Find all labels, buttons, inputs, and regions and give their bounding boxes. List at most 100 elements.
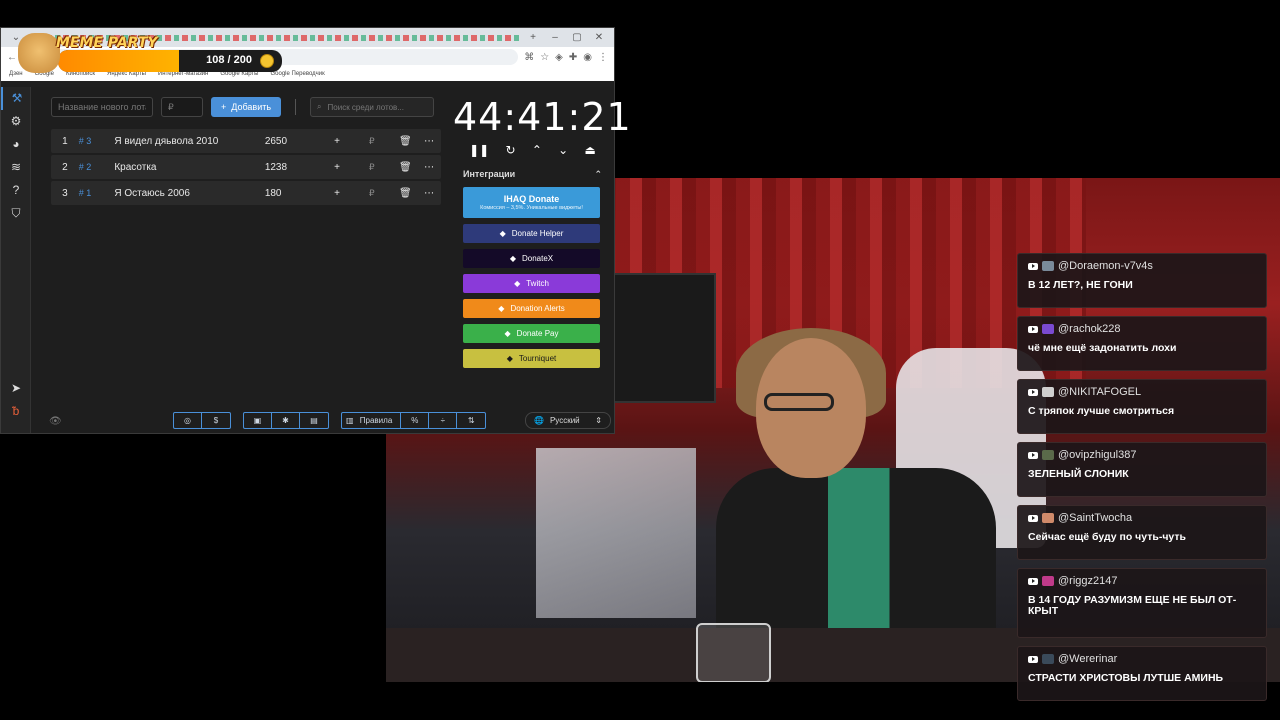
delete-icon[interactable]: 🗑 [393,162,417,173]
profile-icon[interactable]: ◉ [583,52,592,63]
integration-icon: ◆ [499,229,506,238]
pause-icon[interactable]: ❚❚ [469,143,489,157]
chevron-up-icon[interactable]: ⌃ [532,143,542,157]
minimize-icon[interactable]: – [546,32,564,43]
integration-list: ◆ Donate Helper ◆ DonateX ◆ Twitch ◆ Donation A… [455,224,610,368]
new-lot-amount-input[interactable] [161,97,203,117]
integration-button-tourniquet[interactable]: ◆ Tourniquet [463,349,600,368]
lot-number: 2 [62,161,68,173]
chevron-down-icon[interactable]: ⌄ [558,143,568,157]
new-tab-icon[interactable]: + [524,32,542,43]
book-icon[interactable]: ▤ [300,413,328,428]
toolbar-divider [295,99,297,115]
maximize-icon[interactable]: ▢ [568,32,586,43]
bug-icon[interactable]: ✱ [272,412,300,428]
lot-amount[interactable]: 180 [265,188,324,199]
rules-button[interactable]: ▥ Правила [342,412,402,428]
more-icon[interactable]: ⋯ [417,162,441,173]
add-lot-button[interactable]: + Добавить [211,97,282,117]
lot-row[interactable]: 2 # 2 Красотка 1238 + ₽ 🗑 ⋯ [51,155,441,179]
ruble-input[interactable]: ₽ [350,136,394,147]
close-icon[interactable]: ✕ [590,32,608,43]
chat-message: @NIKITAFOGEL С тряпок лучше смотриться [1017,379,1267,434]
boosty-icon[interactable]: ᵬ [1,400,31,423]
chat-message: @rachok228 чё мне ещё задонатить лохи [1017,316,1267,371]
sidebar-item-shield-icon[interactable]: ⛉ [1,202,31,225]
lot-number: 1 [62,135,68,147]
lot-amount[interactable]: 1238 [265,162,324,173]
sidebar-item-wheel-icon[interactable]: ◕ [1,133,31,156]
lot-amount[interactable]: 2650 [265,136,324,147]
extensions-icon[interactable]: ✚ [569,52,577,63]
avatar [1042,450,1054,460]
chat-text: С тряпок лучше смотриться [1028,405,1175,417]
dollar-icon[interactable]: $ [202,413,230,428]
chat-user: @NIKITAFOGEL [1028,386,1256,398]
ihaq-donate-button[interactable]: IHAQ Donate Комиссия – 3,5%. Уникальные … [463,187,600,218]
youtube-icon [1028,514,1038,522]
star-icon[interactable]: ☆ [540,52,549,63]
lot-name[interactable]: Я Остаюсь 2006 [114,188,264,199]
chat-username: @rachok228 [1058,323,1121,335]
integration-button-donate-pay[interactable]: ◆ Donate Pay [463,324,600,343]
chat-user: @rachok228 [1028,323,1256,335]
lot-search-input[interactable]: ⌕ Поиск среди лотов... [310,97,435,117]
add-amount-button[interactable]: + [324,162,350,173]
integration-button-twitch[interactable]: ◆ Twitch [463,274,600,293]
youtube-icon [1028,262,1038,270]
youtube-icon [1028,325,1038,333]
integration-icon: ◆ [498,304,505,313]
chat-username: @Wererinar [1058,653,1118,665]
bookmark[interactable]: Google Переводчик [271,71,325,77]
integration-label: Donate Pay [516,329,559,338]
eject-icon[interactable]: ⏏ [584,143,595,157]
integration-button-donatex[interactable]: ◆ DonateX [463,249,600,268]
more-icon[interactable]: ⋯ [417,136,441,147]
more-icon[interactable]: ⋯ [417,188,441,199]
delete-icon[interactable]: 🗑 [393,188,417,199]
sidebar-item-help-icon[interactable]: ? [1,179,31,202]
save-icon[interactable]: ▣ [244,412,272,428]
ruble-input[interactable]: ₽ [350,188,394,199]
search-icon: ⌕ [317,102,322,111]
sort-icon[interactable]: ⇅ [457,413,485,428]
divide-icon[interactable]: ÷ [429,412,458,428]
lot-row[interactable]: 1 # 3 Я видел дяьвола 2010 2650 + ₽ 🗑 ⋯ [51,129,441,153]
reset-icon[interactable]: ↻ [506,143,516,157]
back-icon[interactable]: ← [7,52,17,63]
collapse-icon: ⌃ [594,169,602,179]
delete-icon[interactable]: 🗑 [393,136,417,147]
add-amount-button[interactable]: + [324,136,350,147]
avatar [1042,576,1054,586]
lot-row[interactable]: 3 # 1 Я Остаюсь 2006 180 + ₽ 🗑 ⋯ [51,181,441,205]
github-icon[interactable]: ◎ [174,412,202,428]
language-select[interactable]: 🌐 Русский ⇕ [525,411,611,429]
integration-label: DonateX [522,254,554,263]
new-lot-name-input[interactable] [51,97,153,117]
add-amount-button[interactable]: + [324,188,350,199]
footer-group-links: ◎ $ [173,411,231,429]
lot-number: 3 [62,187,68,199]
integration-button-donation-alerts[interactable]: ◆ Donation Alerts [463,299,600,318]
percent-icon[interactable]: % [401,412,430,428]
lot-id-tag: # 3 [78,136,92,146]
ruble-input[interactable]: ₽ [350,162,394,173]
browser-menu-icon[interactable]: ⋮ [598,52,608,63]
shield-ext-icon[interactable]: ◈ [555,52,563,63]
telegram-icon[interactable]: ➤ [1,377,31,400]
chat-text: чё мне ещё задонатить лохи [1028,342,1177,354]
coin-icon [260,54,274,68]
sidebar-item-settings-gear-icon[interactable]: ⚙ [1,110,31,133]
doge-icon [18,33,60,73]
integration-button-donate-helper[interactable]: ◆ Donate Helper [463,224,600,243]
youtube-icon [1028,451,1038,459]
sidebar-item-layers-icon[interactable]: ≋ [1,156,31,179]
avatar [1042,324,1054,334]
lot-name[interactable]: Я видел дяьвола 2010 [114,136,264,147]
sidebar-item-auction-hammer-icon[interactable]: ⚒ [1,87,31,110]
translate-icon[interactable]: ⌘ [524,52,534,63]
lot-name[interactable]: Красотка [114,162,264,173]
integrations-header[interactable]: Интеграции ⌃ [455,169,610,180]
chat-message: @riggz2147 В 14 ГОДУ РАЗУМИЗМ ЕЩЕ НЕ БЫЛ… [1017,568,1267,638]
chat-message: @Wererinar СТРАСТИ ХРИСТОВЫ ЛУТШЕ АМИНЬ [1017,646,1267,701]
